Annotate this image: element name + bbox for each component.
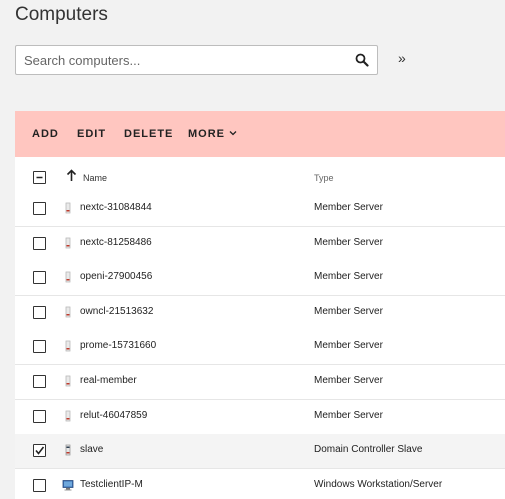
computer-name-link[interactable]: real-member: [80, 375, 137, 386]
table-row[interactable]: nextc-81258486 Member Server: [15, 226, 505, 262]
table-row[interactable]: owncl-21513632 Member Server: [15, 295, 505, 331]
row-checkbox[interactable]: [33, 340, 46, 354]
column-header-type[interactable]: Type: [314, 173, 334, 183]
column-header-name[interactable]: Name: [83, 173, 107, 183]
table-row[interactable]: relut-46047859 Member Server: [15, 399, 505, 435]
row-checkbox[interactable]: [33, 444, 46, 458]
computer-name-link[interactable]: nextc-31084844: [80, 202, 152, 213]
server-icon: [65, 237, 71, 248]
computers-grid: ADD EDIT DELETE MORE Name Type nextc-310…: [15, 111, 505, 499]
computer-type: Member Server: [314, 375, 383, 386]
computer-type: Member Server: [314, 202, 383, 213]
row-checkbox[interactable]: [33, 236, 46, 250]
row-checkbox[interactable]: [33, 478, 46, 492]
sort-ascending-icon[interactable]: [66, 169, 77, 182]
computer-type: Member Server: [314, 271, 383, 283]
computer-type: Member Server: [314, 305, 383, 317]
row-checkbox[interactable]: [33, 305, 46, 319]
server-icon: [65, 410, 71, 421]
server-icon: [65, 271, 71, 283]
windows-workstation-icon: [62, 479, 74, 491]
table-row[interactable]: prome-15731660 Member Server: [15, 330, 505, 366]
chevron-down-icon[interactable]: [229, 129, 237, 137]
computer-name-link[interactable]: prome-15731660: [80, 340, 156, 351]
server-icon: [65, 306, 71, 318]
table-row[interactable]: openi-27900456 Member Server: [15, 261, 505, 297]
edit-button[interactable]: EDIT: [77, 128, 106, 140]
search-input[interactable]: [24, 46, 344, 74]
server-icon: [65, 340, 71, 352]
computer-name-link[interactable]: relut-46047859: [80, 410, 147, 421]
computer-type: Member Server: [314, 340, 383, 352]
computer-name-link[interactable]: TestclientIP-M: [80, 479, 143, 490]
computer-name-link[interactable]: owncl-21513632: [80, 306, 153, 317]
server-icon: [65, 375, 71, 387]
computer-type: Member Server: [314, 236, 383, 248]
server-icon: [65, 202, 71, 214]
expand-options-toggle[interactable]: »: [398, 50, 406, 66]
add-button[interactable]: ADD: [32, 128, 59, 140]
computer-type: Member Server: [314, 409, 383, 421]
computer-name-link[interactable]: slave: [80, 444, 103, 455]
search-box[interactable]: [15, 45, 378, 75]
row-checkbox[interactable]: [33, 271, 46, 285]
computer-type: Domain Controller Slave: [314, 444, 423, 456]
table-row[interactable]: nextc-31084844 Member Server: [15, 192, 505, 227]
table-row[interactable]: TestclientIP-M Windows Workstation/Server: [15, 468, 505, 499]
table-row[interactable]: real-member Member Server: [15, 365, 505, 400]
row-checkbox[interactable]: [33, 375, 46, 388]
search-icon[interactable]: [355, 53, 369, 67]
domain-controller-icon: [65, 444, 71, 456]
computer-name-link[interactable]: openi-27900456: [80, 271, 152, 282]
computer-name-link[interactable]: nextc-81258486: [80, 237, 152, 248]
row-checkbox[interactable]: [33, 202, 46, 215]
select-all-checkbox[interactable]: [33, 171, 46, 184]
page-title: Computers: [15, 4, 108, 25]
table-row[interactable]: slave Domain Controller Slave: [15, 434, 505, 470]
computer-type: Windows Workstation/Server: [314, 478, 443, 490]
row-checkbox[interactable]: [33, 409, 46, 423]
delete-button[interactable]: DELETE: [124, 128, 173, 140]
grid-toolbar: ADD EDIT DELETE MORE: [15, 111, 505, 157]
more-button[interactable]: MORE: [188, 128, 225, 140]
